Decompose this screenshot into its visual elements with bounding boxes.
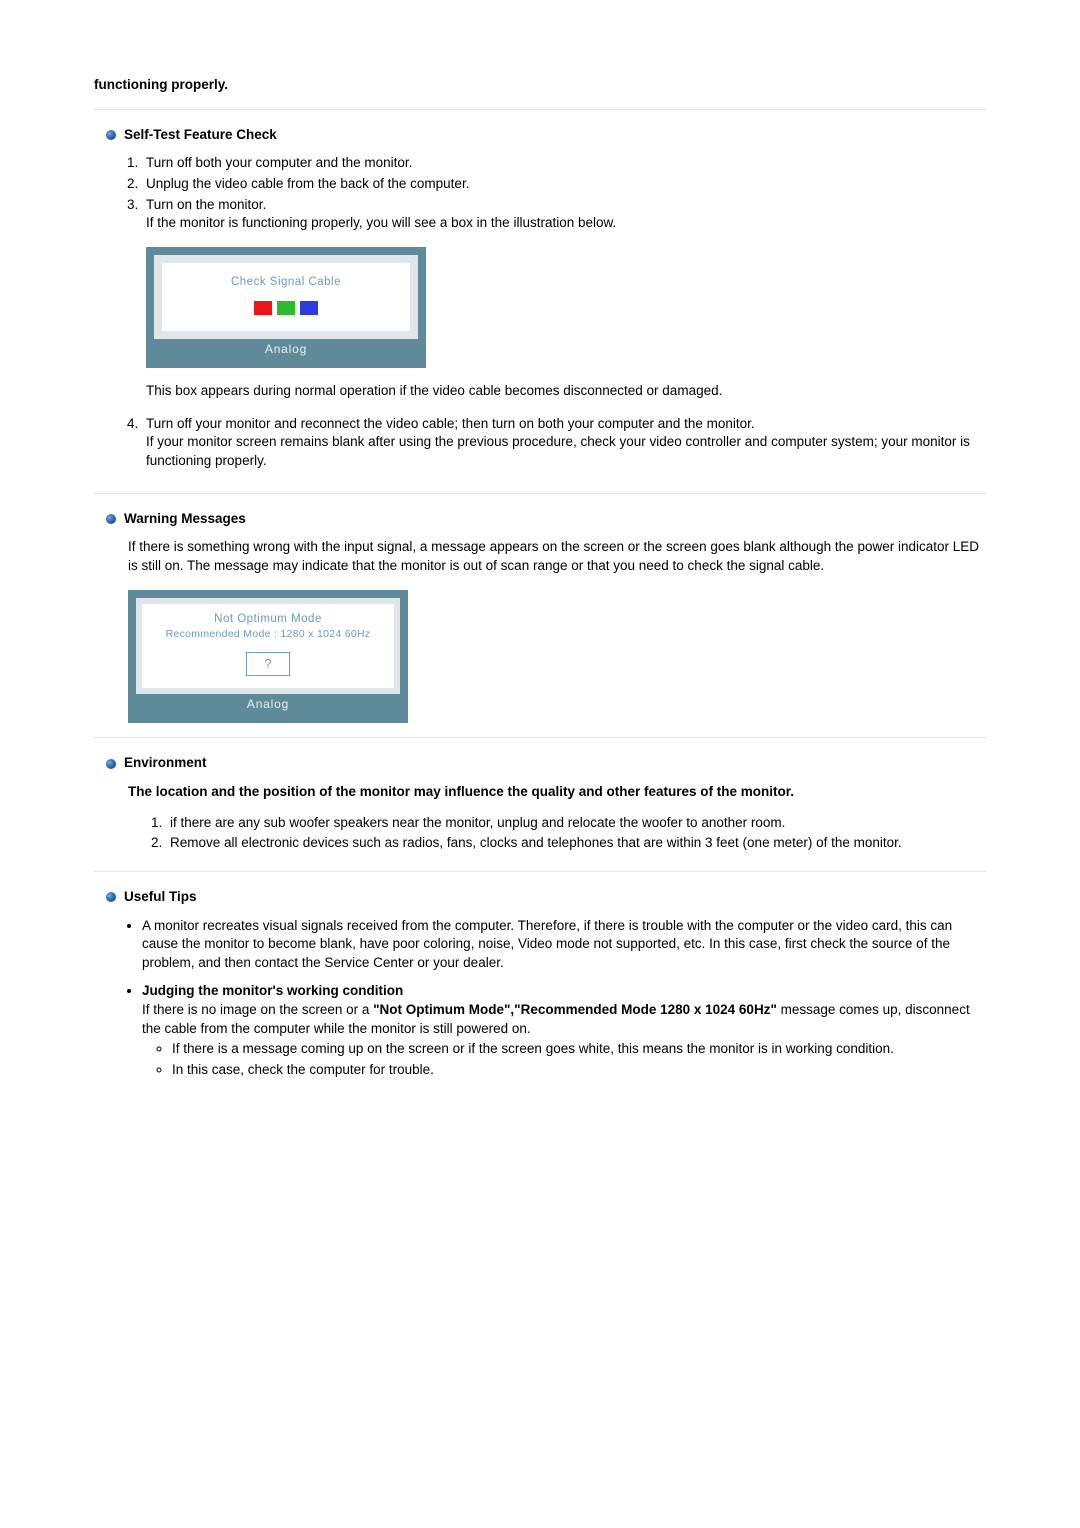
tip-bold-text: "Not Optimum Mode","Recommended Mode 128… — [373, 1002, 777, 1017]
color-square-blue — [300, 301, 318, 315]
bullet-icon — [106, 759, 116, 769]
color-square-green — [277, 301, 295, 315]
heading-self-test: Self-Test Feature Check — [106, 126, 986, 145]
list-item: if there are any sub woofer speakers nea… — [166, 814, 986, 833]
list-item: Remove all electronic devices such as ra… — [166, 834, 986, 853]
box-inner: Not Optimum Mode Recommended Mode : 1280… — [136, 598, 400, 694]
box-footer: Analog — [154, 339, 418, 361]
list-item: Unplug the video cable from the back of … — [142, 175, 986, 194]
step-text: If your monitor screen remains blank aft… — [146, 433, 986, 470]
question-mark-box: ? — [246, 652, 290, 676]
tip-subtitle: Judging the monitor's working condition — [142, 983, 403, 998]
list-item: Turn off both your computer and the moni… — [142, 154, 986, 173]
list-item: If there is a message coming up on the s… — [172, 1040, 986, 1059]
step-text: This box appears during normal operation… — [146, 382, 986, 401]
bullet-icon — [106, 514, 116, 524]
heading-environment: Environment — [106, 754, 986, 773]
tip-sublist: If there is a message coming up on the s… — [142, 1040, 986, 1079]
box-inner: Check Signal Cable — [154, 255, 418, 339]
step-text: Turn off your monitor and reconnect the … — [146, 415, 986, 434]
heading-text: Useful Tips — [124, 888, 197, 907]
list-item: Judging the monitor's working condition … — [142, 982, 986, 1079]
useful-tips-list: A monitor recreates visual signals recei… — [94, 917, 986, 1080]
heading-useful-tips: Useful Tips — [106, 888, 986, 907]
divider — [94, 871, 986, 872]
heading-text: Self-Test Feature Check — [124, 126, 277, 145]
environment-list: if there are any sub woofer speakers nea… — [94, 814, 986, 853]
heading-warning-messages: Warning Messages — [106, 510, 986, 529]
divider — [94, 737, 986, 738]
heading-text: Environment — [124, 754, 207, 773]
self-test-steps: Turn off both your computer and the moni… — [94, 154, 986, 470]
divider — [94, 109, 986, 110]
not-optimum-box: Not Optimum Mode Recommended Mode : 1280… — [128, 590, 408, 724]
list-item: A monitor recreates visual signals recei… — [142, 917, 986, 973]
box-text: Check Signal Cable — [162, 263, 410, 295]
step-text: Turn on the monitor. — [146, 196, 986, 215]
intro-line: functioning properly. — [94, 76, 986, 95]
divider — [94, 493, 986, 494]
warning-body: If there is something wrong with the inp… — [94, 538, 986, 575]
list-item: Turn off your monitor and reconnect the … — [142, 415, 986, 471]
step-text: If the monitor is functioning properly, … — [146, 214, 986, 233]
list-item: In this case, check the computer for tro… — [172, 1061, 986, 1080]
tip-text: If there is no image on the screen or a — [142, 1002, 373, 1017]
rgb-indicators — [162, 295, 410, 331]
environment-intro: The location and the position of the mon… — [94, 783, 986, 802]
bullet-icon — [106, 892, 116, 902]
check-signal-box: Check Signal Cable Analog — [146, 247, 426, 368]
bullet-icon — [106, 130, 116, 140]
box-line2: Recommended Mode : 1280 x 1024 60Hz — [142, 627, 394, 645]
heading-text: Warning Messages — [124, 510, 246, 529]
color-square-red — [254, 301, 272, 315]
box-footer: Analog — [136, 694, 400, 716]
box-line1: Not Optimum Mode — [142, 604, 394, 628]
list-item: Turn on the monitor. If the monitor is f… — [142, 196, 986, 401]
